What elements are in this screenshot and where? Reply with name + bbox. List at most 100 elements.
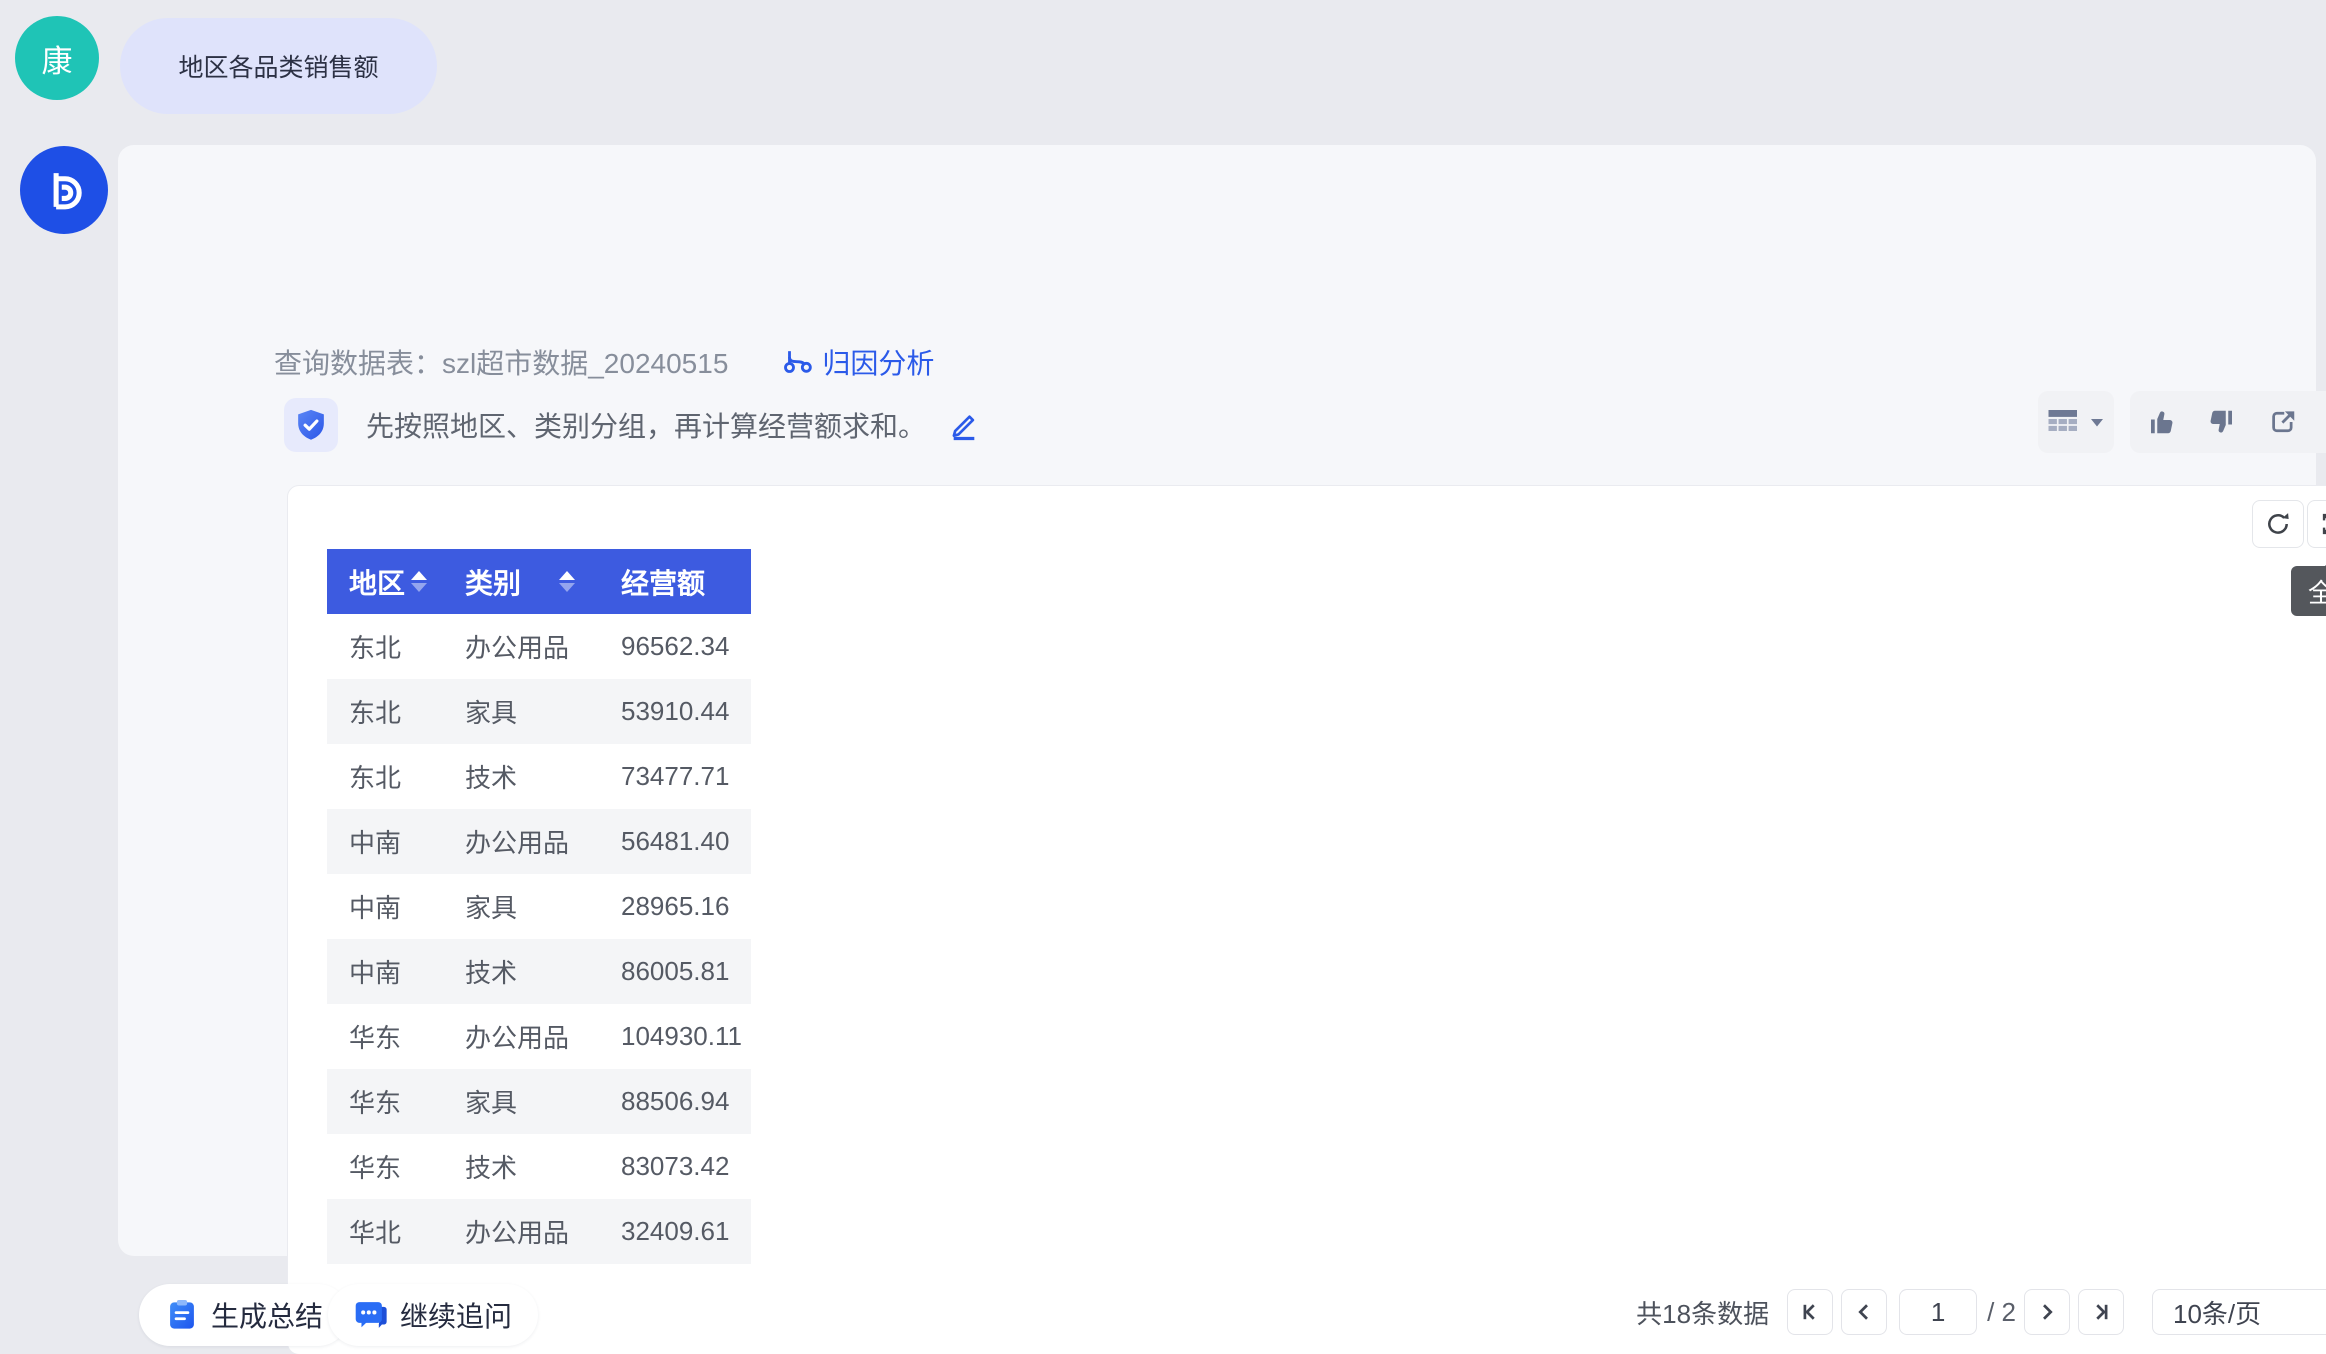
edit-instruction-button[interactable] xyxy=(948,409,980,441)
thumbs-down-button[interactable] xyxy=(2200,400,2244,444)
cell-revenue: 32409.61 xyxy=(599,1199,751,1264)
cell-category: 家具 xyxy=(443,1069,599,1134)
query-line: 查询数据表： szl超市数据_20240515 归因分析 xyxy=(274,341,934,383)
table-header-category: 类别 xyxy=(443,549,599,614)
thumbs-up-icon xyxy=(2146,407,2176,437)
fullscreen-icon xyxy=(2319,510,2326,538)
cell-category: 办公用品 xyxy=(443,809,599,874)
refresh-icon xyxy=(2264,510,2292,538)
table-row: 中南 家具 28965.16 xyxy=(327,874,751,939)
feedback-toolbar xyxy=(2130,391,2326,453)
table-row: 华东 办公用品 104930.11 xyxy=(327,1004,751,1069)
cell-category: 家具 xyxy=(443,874,599,939)
cell-region: 东北 xyxy=(327,744,443,809)
fullscreen-tooltip: 全屏 xyxy=(2291,566,2326,616)
chevron-left-icon xyxy=(1852,1300,1876,1324)
instruction-text: 先按照地区、类别分组，再计算经营额求和。 xyxy=(366,405,926,445)
attribution-link[interactable]: 归因分析 xyxy=(782,342,934,382)
sort-control-category[interactable] xyxy=(559,571,575,592)
refresh-button[interactable] xyxy=(2252,500,2304,548)
sort-control-region[interactable] xyxy=(411,571,427,592)
pencil-icon xyxy=(948,409,980,441)
shield-check-icon xyxy=(294,408,328,442)
cell-revenue: 88506.94 xyxy=(599,1069,751,1134)
table-row: 华东 家具 88506.94 xyxy=(327,1069,751,1134)
fullscreen-tooltip-text: 全屏 xyxy=(2308,573,2326,610)
result-panel: 全屏 地区 类别 经营额 xyxy=(287,485,2326,1354)
cell-region: 中南 xyxy=(327,939,443,1004)
last-page-icon xyxy=(2089,1300,2113,1324)
cell-region: 中南 xyxy=(327,809,443,874)
table-view-icon xyxy=(2047,407,2083,437)
first-page-button[interactable] xyxy=(1787,1289,1833,1335)
more-button[interactable] xyxy=(2322,400,2326,444)
thumbs-down-icon xyxy=(2207,407,2237,437)
generate-summary-label: 生成总结 xyxy=(211,1295,323,1335)
user-message-text: 地区各品类销售额 xyxy=(178,48,378,84)
page-size-value: 10条/页 xyxy=(2173,1294,2261,1331)
chevron-right-icon xyxy=(2035,1300,2059,1324)
share-button[interactable] xyxy=(2261,400,2305,444)
continue-ask-button[interactable]: 继续追问 xyxy=(328,1284,538,1346)
cell-category: 技术 xyxy=(443,744,599,809)
cell-region: 东北 xyxy=(327,614,443,679)
header-label: 地区 xyxy=(349,562,405,602)
page-number-input[interactable] xyxy=(1899,1289,1977,1335)
query-label: 查询数据表： xyxy=(274,342,442,382)
answer-card: 查询数据表： szl超市数据_20240515 归因分析 xyxy=(118,145,2316,1256)
cell-revenue: 56481.40 xyxy=(599,809,751,874)
attribution-label: 归因分析 xyxy=(822,342,934,382)
cell-category: 技术 xyxy=(443,1134,599,1199)
cell-category: 技术 xyxy=(443,939,599,1004)
cell-category: 办公用品 xyxy=(443,1199,599,1264)
dataset-name: szl超市数据_20240515 xyxy=(442,342,728,382)
chat-bubble-icon xyxy=(354,1298,388,1332)
shield-badge xyxy=(284,398,338,452)
fullscreen-button[interactable] xyxy=(2307,500,2326,548)
pagination-total: 共18条数据 xyxy=(1636,1294,1769,1331)
cell-revenue: 86005.81 xyxy=(599,939,751,1004)
table-row: 东北 技术 73477.71 xyxy=(327,744,751,809)
prev-page-button[interactable] xyxy=(1841,1289,1887,1335)
cell-revenue: 28965.16 xyxy=(599,874,751,939)
header-label: 经营额 xyxy=(621,562,705,602)
generate-summary-button[interactable]: 生成总结 xyxy=(139,1284,349,1346)
cell-revenue: 83073.42 xyxy=(599,1134,751,1199)
table-header-row: 地区 类别 经营额 xyxy=(327,549,751,614)
pagination-bar: 共18条数据 / 2 xyxy=(1636,1289,2326,1335)
cell-revenue: 96562.34 xyxy=(599,614,751,679)
cell-region: 中南 xyxy=(327,874,443,939)
user-message-bubble: 地区各品类销售额 xyxy=(120,18,437,114)
table-row: 华北 办公用品 32409.61 xyxy=(327,1199,751,1264)
page-size-select[interactable]: 10条/页 xyxy=(2152,1289,2326,1335)
branch-icon xyxy=(782,347,812,377)
data-table: 地区 类别 经营额 东北 办公用品 96562.34 xyxy=(327,549,751,1264)
last-page-button[interactable] xyxy=(2078,1289,2124,1335)
assistant-logo xyxy=(20,146,108,234)
thumbs-up-button[interactable] xyxy=(2139,400,2183,444)
cell-region: 华东 xyxy=(327,1004,443,1069)
card-toolbar xyxy=(2038,391,2326,453)
instruction-line: 先按照地区、类别分组，再计算经营额求和。 xyxy=(284,397,980,453)
view-switch-button[interactable] xyxy=(2038,391,2114,453)
app-root: 康 地区各品类销售额 查询数据表： szl超市数据_20240515 xyxy=(0,0,2326,1354)
cell-revenue: 53910.44 xyxy=(599,679,751,744)
table-row: 东北 家具 53910.44 xyxy=(327,679,751,744)
continue-ask-label: 继续追问 xyxy=(400,1295,512,1335)
page-count-label: / 2 xyxy=(1987,1297,2016,1328)
share-icon xyxy=(2268,407,2298,437)
table-header-revenue: 经营额 xyxy=(599,549,751,614)
cell-region: 华东 xyxy=(327,1069,443,1134)
cell-revenue: 104930.11 xyxy=(599,1004,751,1069)
cell-region: 华东 xyxy=(327,1134,443,1199)
cell-category: 办公用品 xyxy=(443,614,599,679)
clipboard-icon xyxy=(165,1298,199,1332)
cell-region: 华北 xyxy=(327,1199,443,1264)
cell-revenue: 73477.71 xyxy=(599,744,751,809)
caret-down-icon xyxy=(2089,416,2105,428)
cell-category: 办公用品 xyxy=(443,1004,599,1069)
next-page-button[interactable] xyxy=(2024,1289,2070,1335)
table-header-region: 地区 xyxy=(327,549,443,614)
table-row: 中南 办公用品 56481.40 xyxy=(327,809,751,874)
first-page-icon xyxy=(1798,1300,1822,1324)
